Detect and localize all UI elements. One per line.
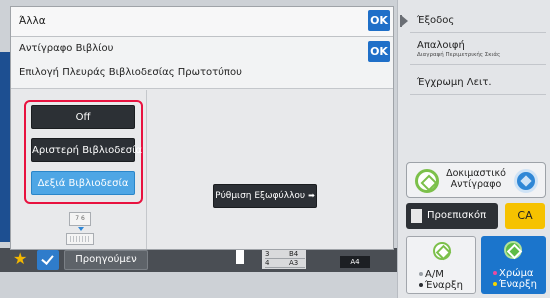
blue-diamond-icon <box>514 169 538 193</box>
color-start-label: Χρώμα Έναρξη <box>493 268 537 290</box>
green-diamond-icon <box>504 241 522 259</box>
binding-pages-illustration: 7 6 <box>69 212 91 226</box>
color-mode-item[interactable]: Έγχρωμη Λειτ. <box>417 77 492 88</box>
binding-options-group: Off Αριστερή Βιβλιοδεσία Δεξιά Βιβλιοδεσ… <box>24 100 143 204</box>
modal-title-bar: Άλλα OK <box>11 7 393 37</box>
ok-button[interactable]: OK <box>368 10 390 31</box>
test-copy-button[interactable]: Δοκιμαστικό Αντίγραφο <box>406 162 546 198</box>
test-copy-label: Δοκιμαστικό Αντίγραφο <box>446 168 506 190</box>
green-diamond-icon <box>415 169 439 193</box>
book-copy-title: Αντίγραφο Βιβλίου <box>19 43 114 54</box>
binding-right-button[interactable]: Δεξιά Βιβλιοδεσία <box>31 171 135 195</box>
exit-item[interactable]: Έξοδος <box>417 15 454 26</box>
back-button[interactable]: Προηγούμεν <box>64 250 148 270</box>
clear-all-button[interactable]: CA <box>505 203 545 229</box>
other-settings-modal: Άλλα OK Αντίγραφο Βιβλίου OK Επιλογή Πλε… <box>10 6 394 250</box>
check-button[interactable] <box>37 250 59 270</box>
expand-arrow-icon[interactable] <box>402 16 408 26</box>
divider <box>410 94 546 95</box>
erase-item[interactable]: Απαλοιφή Διαγραφή Περιμετρικής Σκιάς <box>417 40 500 58</box>
binding-off-button[interactable]: Off <box>31 105 135 129</box>
bw-start-button[interactable]: A/M Έναρξη <box>406 236 476 294</box>
tray-row: 4 A3 <box>265 259 305 268</box>
tray-row: 3 B4 <box>265 250 305 259</box>
divider <box>410 32 546 33</box>
dot-icon <box>493 282 497 286</box>
dot-icon <box>419 283 423 287</box>
modal-title: Άλλα <box>19 15 46 27</box>
preview-button[interactable]: Προεπισκόπ <box>406 203 498 229</box>
bottom-bar <box>0 248 397 272</box>
check-icon <box>41 252 54 265</box>
book-copy-ok-button[interactable]: OK <box>368 41 390 62</box>
binding-side-subtitle: Επιλογή Πλευράς Βιβλιοδεσίας Πρωτοτύπου <box>19 67 242 78</box>
binding-options-column: Off Αριστερή Βιβλιοδεσία Δεξιά Βιβλιοδεσ… <box>11 90 147 249</box>
arrow-right-icon: ➡ <box>308 191 315 200</box>
tray-indicator: 3 B4 4 A3 <box>262 249 306 269</box>
dot-icon <box>493 271 497 275</box>
bw-start-label: A/M Έναρξη <box>419 269 463 291</box>
paper-size-indicator: A4 <box>340 256 370 268</box>
binding-left-button[interactable]: Αριστερή Βιβλιοδεσία <box>31 138 142 162</box>
arrow-down-icon <box>78 227 84 231</box>
book-copy-panel: Αντίγραφο Βιβλίου OK Επιλογή Πλευράς Βιβ… <box>11 37 393 249</box>
book-binding-icon <box>66 233 94 245</box>
dot-icon <box>419 272 423 276</box>
star-icon[interactable]: ★ <box>13 250 27 268</box>
cover-settings-button[interactable]: Ρύθμιση Εξωφύλλου ➡ <box>213 184 317 208</box>
green-diamond-icon <box>433 242 451 260</box>
original-document-icon <box>236 250 244 264</box>
preview-document-icon <box>411 209 422 223</box>
divider <box>410 64 546 65</box>
color-start-button[interactable]: Χρώμα Έναρξη <box>481 236 546 294</box>
book-copy-header: Αντίγραφο Βιβλίου OK Επιλογή Πλευράς Βιβ… <box>11 37 393 89</box>
